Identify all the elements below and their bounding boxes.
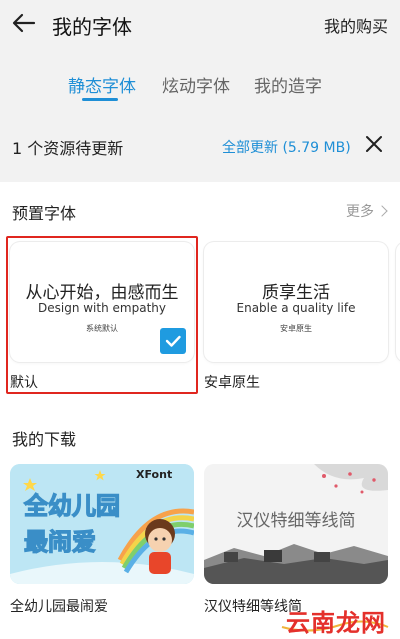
active-tab-indicator [82,98,118,101]
tab-animated-fonts[interactable]: 炫动字体 [162,72,230,97]
font-preview-caption: 安卓原生 [280,324,312,333]
font-preview-text: 质享生活 [262,283,330,303]
more-label: 更多 [346,204,374,220]
download-card-label: 全幼儿园最闹爱 [10,599,108,615]
font-type-tabs: 静态字体 炫动字体 我的造字 [0,62,400,106]
download-card-kindergarten[interactable]: XFont 全幼儿园 最闹爱 [10,464,194,584]
download-card-hanyi[interactable]: 汉仪特细等线简 [204,464,388,584]
back-arrow-icon[interactable] [10,9,38,37]
my-purchases-link[interactable]: 我的购买 [324,13,388,37]
tab-static-fonts[interactable]: 静态字体 [68,72,136,97]
kindergarten-font-art: XFont 全幼儿园 最闹爱 [10,464,194,584]
font-card-label: 安卓原生 [204,375,260,391]
my-downloads-heading: 我的下载 [12,430,77,449]
watermark-logo: 云南龙网 [280,601,392,637]
more-link[interactable]: 更多 [346,201,388,221]
preset-fonts-heading: 预置字体 [12,204,77,223]
header: 我的字体 我的购买 [0,0,400,46]
tab-my-handwriting[interactable]: 我的造字 [254,72,322,97]
hanyi-font-art: 汉仪特细等线简 [204,464,388,584]
selection-highlight-box [6,236,198,394]
font-card-android[interactable]: 质享生活 Enable a quality life 安卓原生 [204,242,388,362]
chevron-right-icon [376,205,388,217]
art-line-1: 全幼儿园 [23,492,120,520]
xfont-logo-text: XFont [136,468,172,481]
font-card-partial[interactable] [396,242,400,362]
pending-update-text: 1 个资源待更新 [12,139,124,158]
font-preview-subtext: Enable a quality life [236,301,356,315]
update-all-button[interactable]: 全部更新 (5.79 MB) [222,137,351,157]
page-title: 我的字体 [52,15,132,39]
art-line-2: 最闹爱 [24,528,96,556]
update-bar: 1 个资源待更新 全部更新 (5.79 MB) [0,122,400,168]
watermark-text: 云南龙网 [286,609,386,637]
close-icon[interactable] [364,134,384,154]
hanyi-art-text: 汉仪特细等线简 [237,511,356,531]
